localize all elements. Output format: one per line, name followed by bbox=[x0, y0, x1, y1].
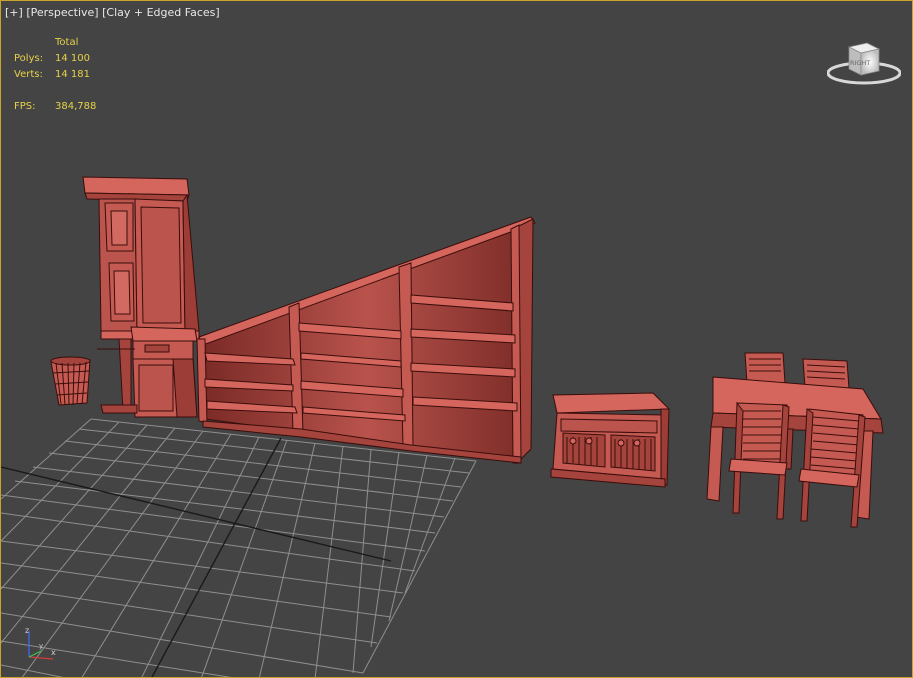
tall-cabinet[interactable] bbox=[82, 176, 200, 418]
sideboard[interactable] bbox=[550, 392, 671, 488]
attic-bookshelf[interactable] bbox=[196, 216, 536, 465]
viewport-scene[interactable]: z x y bbox=[1, 1, 913, 678]
polys-value: 14 100 bbox=[55, 53, 90, 64]
viewport-menu-button[interactable]: [+] bbox=[5, 6, 23, 19]
stats-header: Total bbox=[55, 37, 79, 48]
verts-value: 14 181 bbox=[55, 69, 90, 80]
fps-value: 384,788 bbox=[55, 101, 97, 112]
perspective-viewport[interactable]: z x y [+] [Perspective] [Clay + Edged Fa… bbox=[0, 0, 913, 678]
fps-label: FPS: bbox=[14, 101, 36, 112]
axis-label-y: y bbox=[39, 642, 43, 650]
polys-label: Polys: bbox=[14, 53, 44, 64]
viewport-label-bar: [+] [Perspective] [Clay + Edged Faces] bbox=[5, 6, 220, 19]
axis-label-x: x bbox=[51, 648, 56, 657]
viewport-shading-button[interactable]: [Clay + Edged Faces] bbox=[102, 6, 220, 19]
wastebasket[interactable] bbox=[50, 356, 91, 406]
verts-label: Verts: bbox=[14, 69, 43, 80]
viewport-view-button[interactable]: [Perspective] bbox=[26, 6, 98, 19]
dining-table-with-chairs[interactable] bbox=[706, 352, 884, 528]
axis-label-z: z bbox=[25, 626, 29, 635]
home-grid bbox=[1, 418, 477, 677]
viewcube-widget[interactable]: RIGHT bbox=[826, 37, 902, 91]
viewcube-face-label: RIGHT bbox=[850, 59, 870, 67]
